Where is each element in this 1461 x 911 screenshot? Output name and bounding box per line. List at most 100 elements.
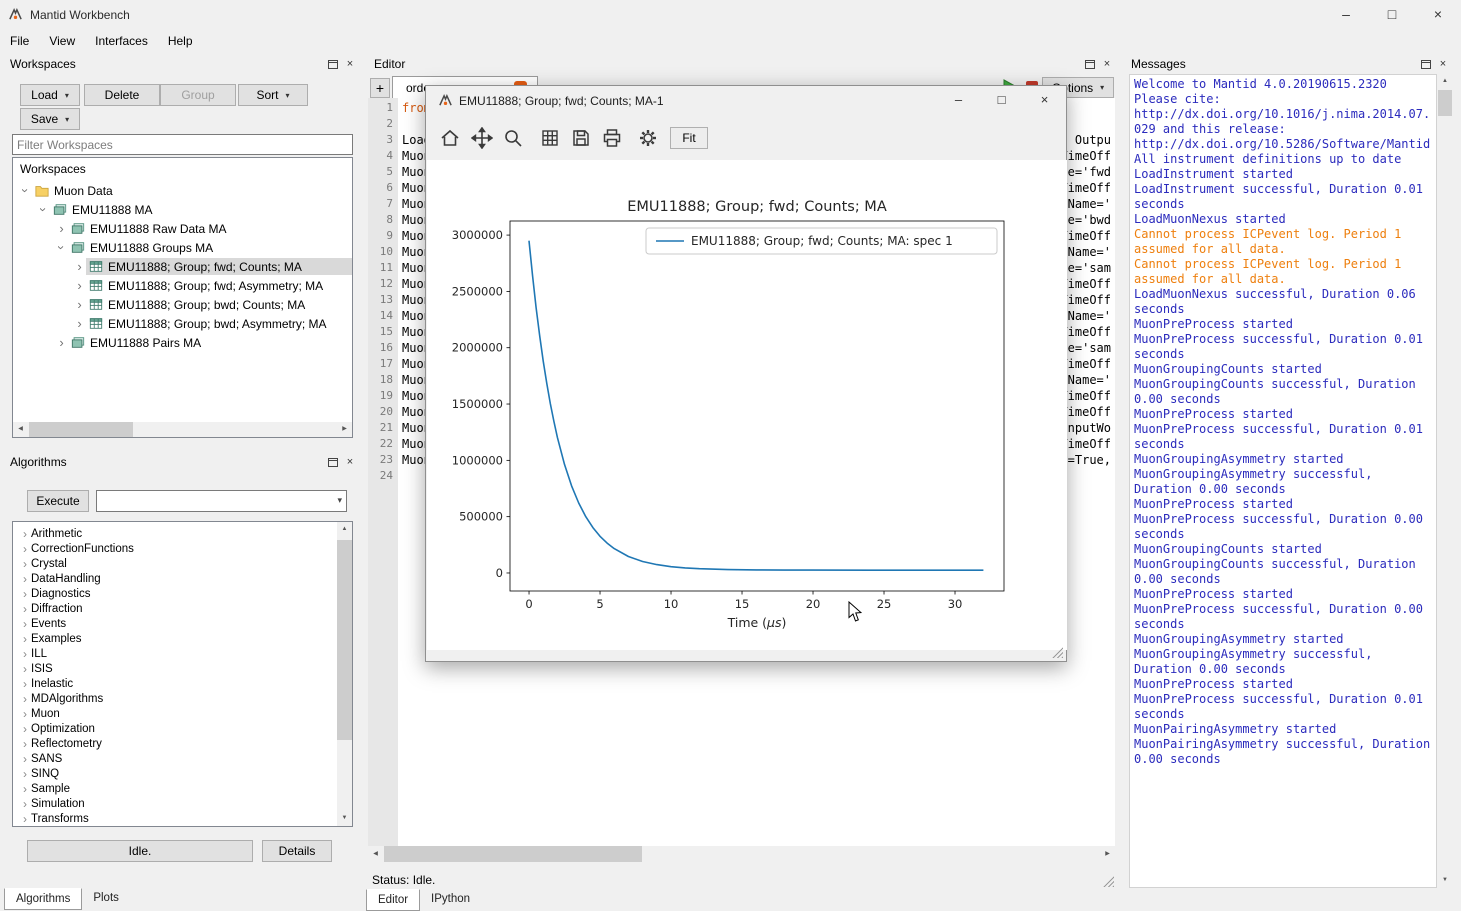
group-button[interactable]: Group xyxy=(160,84,236,106)
menu-file[interactable]: File xyxy=(0,30,39,54)
algorithm-category[interactable]: ›Arithmetic xyxy=(13,526,337,541)
vertical-scrollbar[interactable]: ▲ ▼ xyxy=(1437,74,1453,888)
save-icon[interactable] xyxy=(569,126,593,150)
expand-arrow-icon[interactable]: › xyxy=(73,260,86,273)
collapse-arrow-icon[interactable]: › xyxy=(37,203,50,216)
algorithm-category[interactable]: ›ISIS xyxy=(13,661,337,676)
expand-arrow-icon[interactable]: › xyxy=(19,813,31,825)
scrollbar-thumb[interactable] xyxy=(384,846,642,862)
collapse-arrow-icon[interactable]: › xyxy=(19,184,32,197)
scroll-right-arrow-icon[interactable]: ▶ xyxy=(337,422,352,437)
plot-window-titlebar[interactable]: EMU11888; Group; fwd; Counts; MA-1 – □ × xyxy=(426,86,1066,116)
algorithm-category[interactable]: ›SANS xyxy=(13,751,337,766)
close-icon[interactable]: × xyxy=(1415,0,1461,30)
expand-arrow-icon[interactable]: › xyxy=(19,753,31,765)
load-button[interactable]: Load▾ xyxy=(20,84,80,106)
zoom-icon[interactable] xyxy=(501,126,525,150)
workspace-item[interactable]: ›EMU11888; Group; fwd; Asymmetry; MA xyxy=(13,276,352,295)
float-panel-icon[interactable] xyxy=(1419,57,1433,71)
scrollbar-thumb[interactable] xyxy=(337,540,352,740)
scroll-down-arrow-icon[interactable]: ▼ xyxy=(1437,873,1453,888)
details-button[interactable]: Details xyxy=(262,840,332,862)
expand-arrow-icon[interactable]: › xyxy=(19,633,31,645)
save-button[interactable]: Save▾ xyxy=(20,108,80,130)
expand-arrow-icon[interactable]: › xyxy=(19,768,31,780)
expand-arrow-icon[interactable]: › xyxy=(19,588,31,600)
expand-arrow-icon[interactable]: › xyxy=(19,528,31,540)
collapse-arrow-icon[interactable]: › xyxy=(55,241,68,254)
expand-arrow-icon[interactable]: › xyxy=(19,543,31,555)
maximize-icon[interactable]: □ xyxy=(980,86,1023,115)
expand-arrow-icon[interactable]: › xyxy=(19,678,31,690)
expand-arrow-icon[interactable]: › xyxy=(19,648,31,660)
workspace-item[interactable]: ›EMU11888 Pairs MA xyxy=(13,333,352,352)
algorithm-category[interactable]: ›Simulation xyxy=(13,796,337,811)
algorithm-category[interactable]: ›Muon xyxy=(13,706,337,721)
expand-arrow-icon[interactable]: › xyxy=(19,783,31,795)
menu-help[interactable]: Help xyxy=(158,30,203,54)
pan-icon[interactable] xyxy=(470,126,494,150)
algorithm-search-combobox[interactable]: ▾ xyxy=(96,490,347,512)
sort-button[interactable]: Sort▾ xyxy=(238,84,308,106)
expand-arrow-icon[interactable]: › xyxy=(19,723,31,735)
expand-arrow-icon[interactable]: › xyxy=(19,558,31,570)
close-icon[interactable]: × xyxy=(1023,86,1066,115)
execute-button[interactable]: Execute xyxy=(27,490,89,512)
algorithm-category[interactable]: ›DataHandling xyxy=(13,571,337,586)
subplots-grid-icon[interactable] xyxy=(538,126,562,150)
menu-interfaces[interactable]: Interfaces xyxy=(85,30,158,54)
expand-arrow-icon[interactable]: › xyxy=(19,603,31,615)
expand-arrow-icon[interactable]: › xyxy=(19,618,31,630)
maximize-icon[interactable]: □ xyxy=(1369,0,1415,30)
menu-view[interactable]: View xyxy=(39,30,85,54)
expand-arrow-icon[interactable]: › xyxy=(73,279,86,292)
tab-editor[interactable]: Editor xyxy=(366,889,420,911)
print-icon[interactable] xyxy=(600,126,624,150)
scroll-left-arrow-icon[interactable]: ◀ xyxy=(13,422,28,437)
vertical-scrollbar[interactable]: ▲ ▼ xyxy=(337,522,352,826)
settings-gear-icon[interactable] xyxy=(636,126,660,150)
close-panel-icon[interactable]: × xyxy=(1100,57,1114,71)
algorithm-category[interactable]: ›Reflectometry xyxy=(13,736,337,751)
scroll-down-arrow-icon[interactable]: ▼ xyxy=(337,811,352,826)
algorithm-category[interactable]: ›Inelastic xyxy=(13,676,337,691)
scroll-up-arrow-icon[interactable]: ▲ xyxy=(1437,74,1453,89)
tab-ipython[interactable]: IPython xyxy=(420,889,481,911)
workspace-tree[interactable]: Workspaces ›Muon Data›EMU11888 MA›EMU118… xyxy=(12,157,353,438)
algorithm-category[interactable]: ›Transforms xyxy=(13,811,337,826)
resize-grip[interactable] xyxy=(1051,646,1063,658)
filter-workspaces-input[interactable] xyxy=(12,134,353,155)
expand-arrow-icon[interactable]: › xyxy=(73,317,86,330)
expand-arrow-icon[interactable]: › xyxy=(19,798,31,810)
expand-arrow-icon[interactable]: › xyxy=(55,336,68,349)
workspace-item[interactable]: ›EMU11888 Raw Data MA xyxy=(13,219,352,238)
workspace-item[interactable]: ›EMU11888 Groups MA xyxy=(13,238,352,257)
algorithm-category[interactable]: ›Optimization xyxy=(13,721,337,736)
new-tab-button[interactable]: + xyxy=(370,78,390,98)
close-panel-icon[interactable]: × xyxy=(1436,57,1450,71)
close-panel-icon[interactable]: × xyxy=(343,455,357,469)
workspace-item[interactable]: ›EMU11888; Group; bwd; Asymmetry; MA xyxy=(13,314,352,333)
plot-canvas[interactable]: 0510152025300500000100000015000002000000… xyxy=(427,160,1067,650)
algorithm-category[interactable]: ›CorrectionFunctions xyxy=(13,541,337,556)
workspace-item[interactable]: ›EMU11888 MA xyxy=(13,200,352,219)
algorithm-category[interactable]: ›Crystal xyxy=(13,556,337,571)
workspace-item[interactable]: ›Muon Data xyxy=(13,181,352,200)
expand-arrow-icon[interactable]: › xyxy=(19,708,31,720)
float-panel-icon[interactable] xyxy=(326,455,340,469)
delete-button[interactable]: Delete xyxy=(84,84,160,106)
algorithm-category[interactable]: ›MDAlgorithms xyxy=(13,691,337,706)
tab-algorithms[interactable]: Algorithms xyxy=(4,888,82,910)
resize-grip[interactable] xyxy=(1102,875,1114,887)
scroll-right-arrow-icon[interactable]: ▶ xyxy=(1100,846,1115,862)
expand-arrow-icon[interactable]: › xyxy=(55,222,68,235)
scrollbar-thumb[interactable] xyxy=(1438,90,1452,116)
workspace-item[interactable]: ›EMU11888; Group; bwd; Counts; MA xyxy=(13,295,352,314)
scroll-left-arrow-icon[interactable]: ◀ xyxy=(368,846,383,862)
algorithm-progress-bar[interactable]: Idle. xyxy=(27,840,253,862)
minimize-icon[interactable]: – xyxy=(937,86,980,115)
algorithm-category[interactable]: ›SINQ xyxy=(13,766,337,781)
horizontal-scrollbar[interactable]: ◀ ▶ xyxy=(368,846,1115,862)
fit-button[interactable]: Fit xyxy=(670,127,708,149)
horizontal-scrollbar[interactable]: ◀ ▶ xyxy=(13,422,352,437)
